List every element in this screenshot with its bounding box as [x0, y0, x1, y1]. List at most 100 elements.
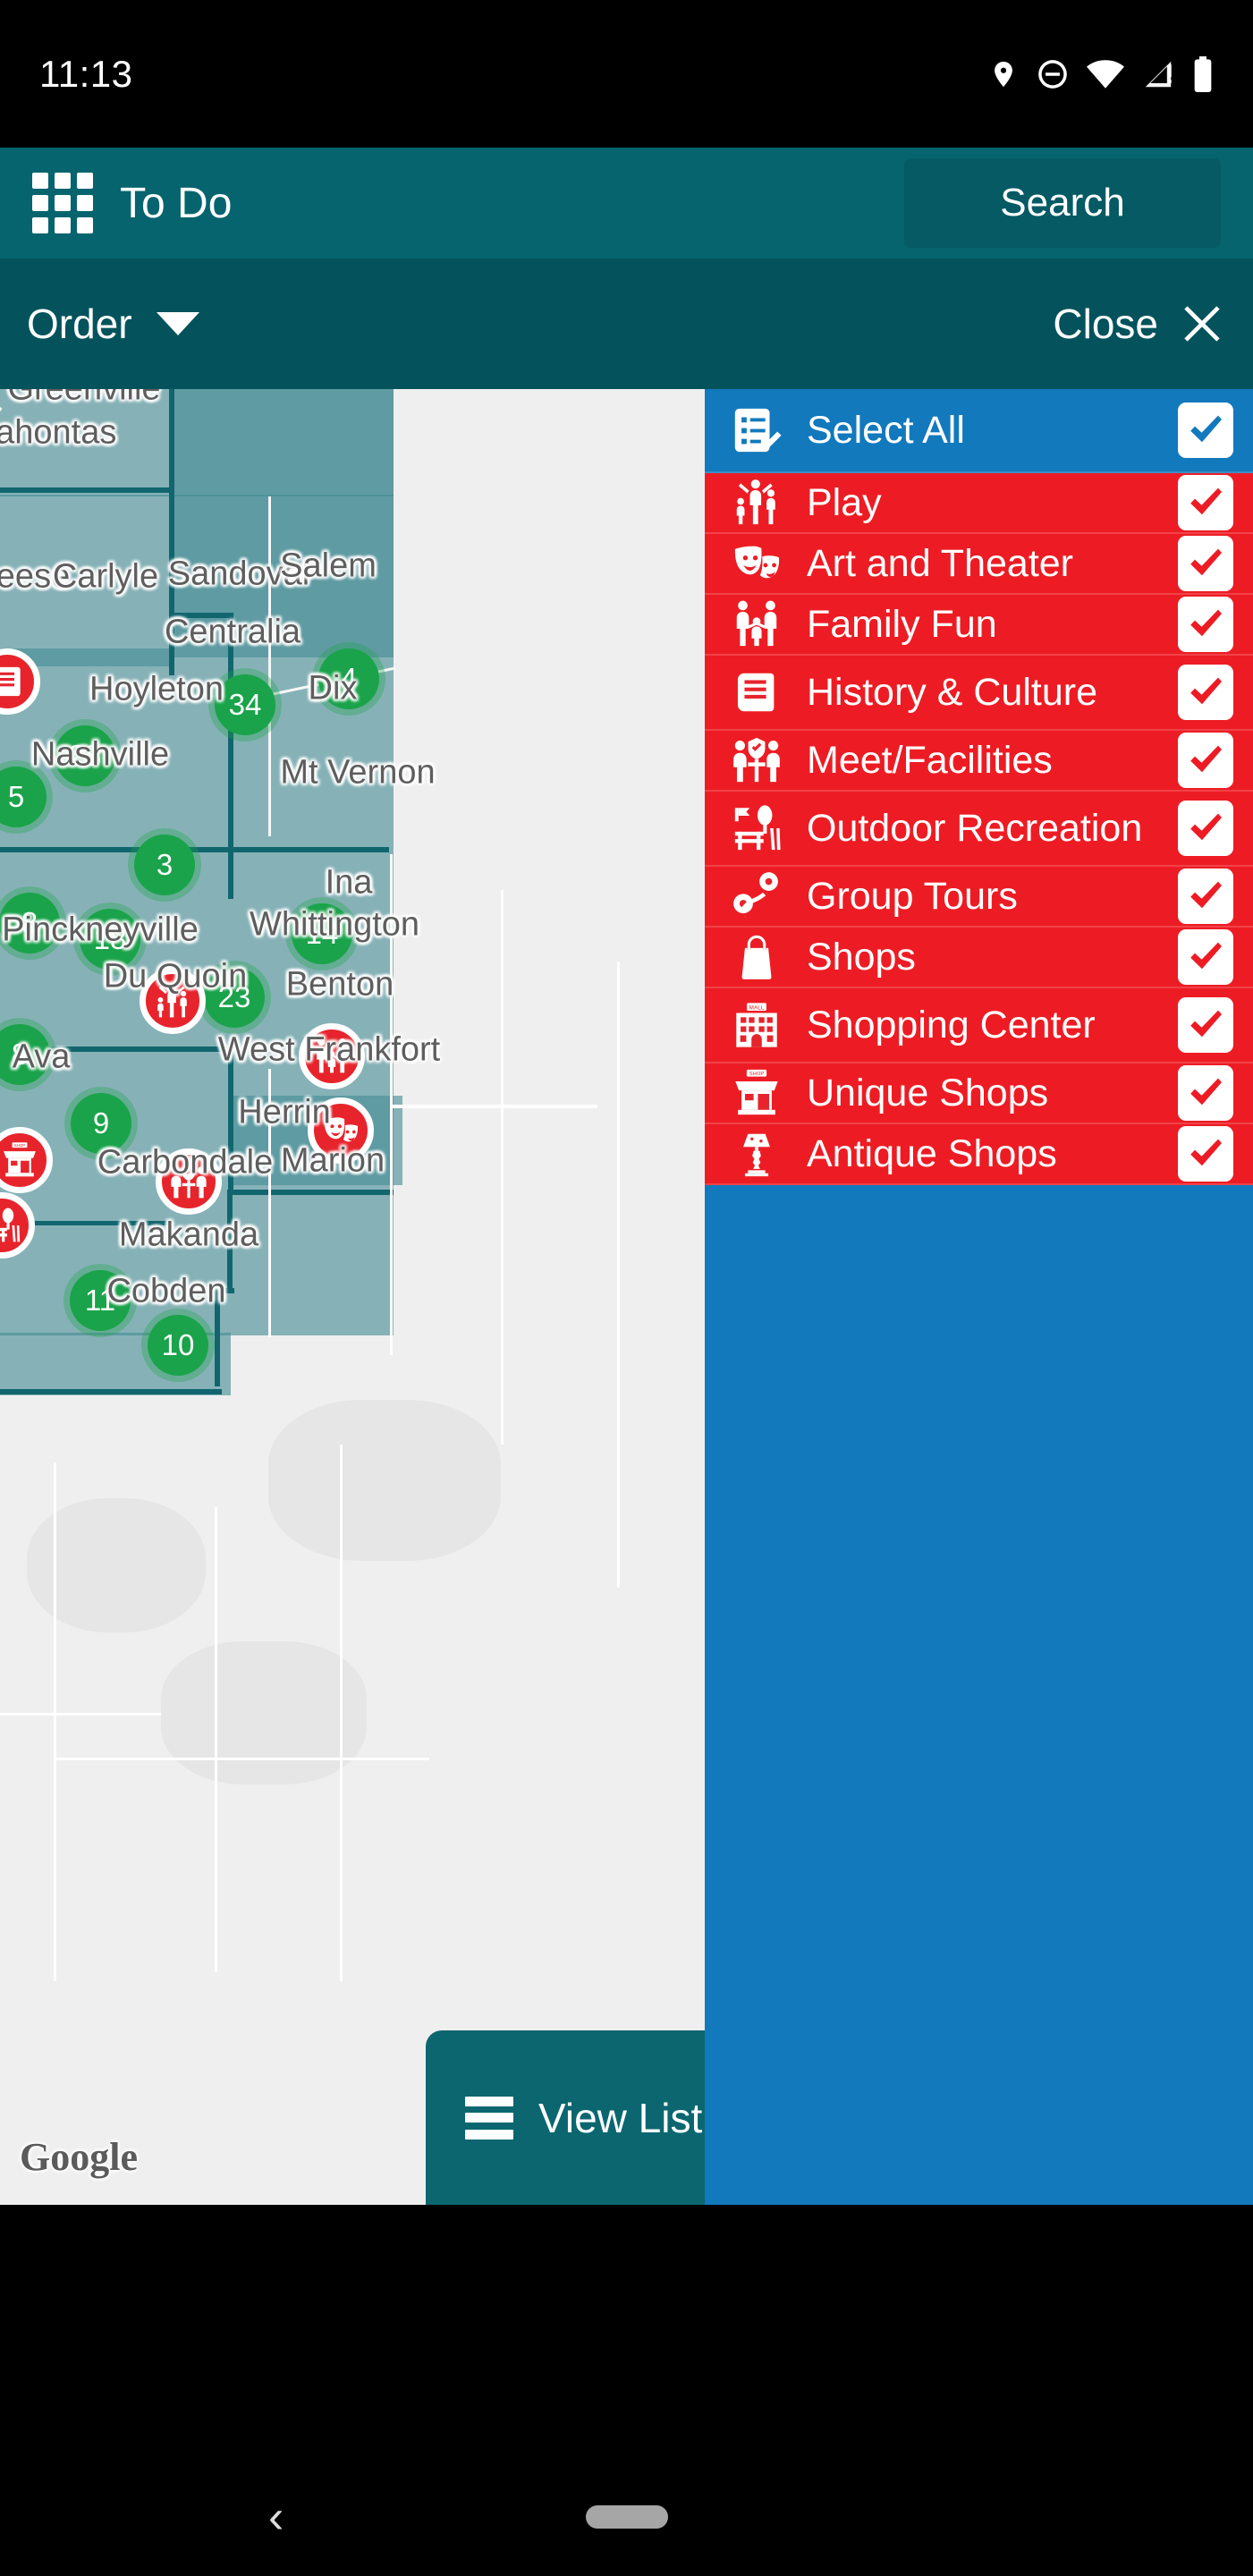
map-terrain-patch — [161, 1641, 367, 1784]
view-list-label: View List — [538, 2094, 703, 2141]
shops-icon — [726, 931, 787, 983]
map-poi-marker[interactable] — [156, 1148, 222, 1215]
map-road — [215, 1507, 217, 1972]
map-cluster-marker[interactable]: 11 — [70, 1270, 131, 1331]
check-icon — [1190, 813, 1222, 841]
filter-row-label: Outdoor Recreation — [807, 806, 1143, 850]
order-dropdown[interactable]: Order — [27, 300, 199, 348]
filter-checkbox[interactable] — [1178, 475, 1233, 530]
svg-text:SHOP: SHOP — [749, 1072, 765, 1077]
filter-row-label: Antique Shops — [807, 1131, 1057, 1175]
status-time: 11:13 — [39, 52, 133, 95]
filter-checkbox[interactable] — [1178, 869, 1233, 924]
map-cluster-marker[interactable]: 10 — [148, 1315, 208, 1376]
map-terrain-patch — [268, 1400, 501, 1561]
location-pin-icon — [995, 61, 1012, 87]
filter-checkbox[interactable] — [1178, 929, 1233, 985]
map-road — [268, 496, 271, 836]
filter-row-shopping-center[interactable]: MALL Shopping Center — [705, 988, 1253, 1063]
filter-row-select-all[interactable]: Select All — [705, 389, 1253, 473]
unique-shops-icon: SHOP — [4, 1142, 36, 1177]
filter-checkbox[interactable] — [1178, 997, 1233, 1053]
filter-row-history-culture[interactable]: History & Culture — [705, 656, 1253, 731]
home-pill-icon[interactable] — [585, 2505, 668, 2529]
filter-row-label: Group Tours — [807, 874, 1018, 918]
grid-menu-icon[interactable] — [32, 173, 93, 233]
filter-checkbox[interactable] — [1178, 733, 1233, 788]
region-border — [228, 847, 389, 852]
check-icon — [1190, 415, 1222, 443]
group-tours-icon — [726, 870, 787, 922]
map-cluster-marker[interactable]: 8 — [0, 893, 60, 953]
status-icon-group — [988, 55, 1214, 93]
filter-checkbox[interactable] — [1178, 665, 1233, 720]
region-border — [227, 1190, 233, 1292]
filter-row-shops[interactable]: Shops — [705, 928, 1253, 988]
check-icon — [1190, 1139, 1222, 1166]
filter-checkbox[interactable] — [1178, 597, 1233, 652]
map-cluster-marker[interactable]: 18 — [80, 909, 140, 970]
filter-row-meet-facilities[interactable]: Meet/Facilities — [705, 731, 1253, 792]
check-icon — [1190, 609, 1222, 637]
close-button[interactable]: Close — [1053, 300, 1226, 348]
art-theater-icon — [324, 1117, 359, 1142]
filter-row-group-tours[interactable]: Group Tours — [705, 867, 1253, 928]
map-road — [340, 1445, 343, 1981]
filter-row-label: Meet/Facilities — [807, 738, 1053, 782]
map-poi-marker[interactable] — [308, 1097, 374, 1164]
filter-checkbox[interactable] — [1178, 801, 1233, 856]
filter-checkbox[interactable] — [1178, 1126, 1233, 1182]
filter-row-outdoor-recreation[interactable]: Outdoor Recreation — [705, 792, 1253, 867]
do-not-disturb-icon — [1038, 59, 1067, 89]
filter-checkbox[interactable] — [1178, 536, 1233, 591]
filter-row-play[interactable]: Play — [705, 473, 1253, 534]
filter-row-art-and-theater[interactable]: Art and Theater — [705, 534, 1253, 595]
region-border — [169, 613, 233, 618]
filter-row-antique-shops[interactable]: Antique Shops — [705, 1124, 1253, 1185]
filter-checkbox[interactable] — [1178, 402, 1233, 458]
art-theater-icon — [726, 538, 787, 589]
filter-row-unique-shops[interactable]: SHOP Unique Shops — [705, 1063, 1253, 1124]
back-chevron-icon[interactable]: ‹ — [268, 2490, 284, 2544]
map-cluster-marker[interactable]: 14 — [292, 903, 352, 964]
battery-icon — [1194, 55, 1212, 92]
cellular-signal-icon — [1145, 61, 1172, 87]
region-border — [228, 613, 233, 899]
filter-row-label: Shopping Center — [807, 1003, 1096, 1046]
filter-row-label: Art and Theater — [807, 541, 1073, 585]
region-border — [0, 847, 233, 852]
map-road — [501, 890, 504, 1445]
map-poi-marker[interactable] — [140, 968, 206, 1034]
map-cluster-marker[interactable]: 34 — [215, 674, 275, 735]
filter-checkbox[interactable] — [1178, 1065, 1233, 1121]
map-road — [0, 1713, 161, 1716]
search-button[interactable]: Search — [904, 158, 1221, 248]
region-border — [228, 1046, 233, 1194]
region-border — [228, 1190, 394, 1195]
unique-shops-icon: SHOP — [726, 1067, 787, 1119]
outdoor-recreation-icon — [0, 1208, 21, 1242]
map-cluster-marker[interactable]: 28 — [55, 725, 115, 786]
map-road — [268, 1069, 271, 1337]
close-label: Close — [1053, 301, 1158, 347]
region-border — [0, 487, 172, 493]
app-root: 11:13 To Do Search Order Close Google 4 … — [0, 0, 1253, 2576]
map-cluster-marker[interactable]: 23 — [204, 967, 265, 1028]
svg-text:SHOP: SHOP — [14, 1143, 26, 1148]
shopping-center-icon: MALL — [726, 999, 787, 1051]
map-road — [54, 1758, 429, 1760]
family-fun-icon — [317, 1038, 347, 1073]
map-poi-marker[interactable] — [299, 1023, 365, 1089]
map-cluster-marker[interactable]: 9 — [71, 1093, 131, 1154]
filter-row-label: Unique Shops — [807, 1071, 1049, 1114]
history-culture-icon — [726, 666, 787, 718]
map-cluster-marker[interactable]: 3 — [134, 835, 195, 895]
region-border — [215, 1288, 220, 1386]
outdoor-recreation-icon — [726, 802, 787, 854]
check-icon — [1190, 548, 1222, 576]
list-icon — [465, 2096, 513, 2140]
map-cluster-marker[interactable]: 4 — [318, 648, 379, 709]
order-label: Order — [27, 301, 132, 347]
filter-row-family-fun[interactable]: Family Fun — [705, 595, 1253, 656]
region-border — [169, 487, 174, 675]
